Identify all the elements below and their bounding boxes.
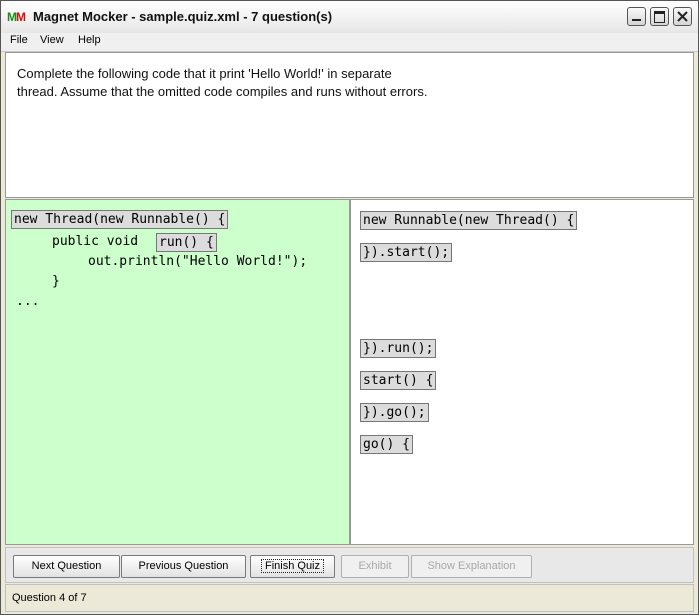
placed-magnet-new-thread[interactable]: new Thread(new Runnable() { — [11, 210, 229, 229]
finish-quiz-label: Finish Quiz — [260, 559, 325, 573]
menu-help[interactable]: Help — [78, 34, 101, 46]
magnet-new-runnable[interactable]: new Runnable(new Thread() { — [360, 211, 578, 230]
code-public-void: public void — [52, 234, 139, 249]
question-line-1: Complete the following code that it prin… — [17, 66, 392, 81]
code-ellipsis: ... — [16, 294, 40, 309]
code-close-brace: } — [52, 274, 60, 289]
show-explanation-button[interactable]: Show Explanation — [411, 555, 532, 578]
magnet-run-call[interactable]: }).run(); — [360, 339, 437, 358]
question-panel: Complete the following code that it prin… — [5, 52, 694, 198]
magnet-choices-panel: new Runnable(new Thread() { }).start(); … — [350, 199, 694, 545]
close-button[interactable] — [673, 7, 692, 26]
magnet-go-method[interactable]: go() { — [360, 435, 413, 454]
answer-drop-area[interactable]: new Thread(new Runnable() { public void … — [5, 199, 350, 545]
status-bar: Question 4 of 7 — [5, 584, 694, 612]
app-logo-icon: MM — [7, 10, 26, 24]
title-bar[interactable]: MM Magnet Mocker - sample.quiz.xml - 7 q… — [1, 1, 698, 34]
menu-bar: File View Help — [1, 33, 698, 52]
exhibit-button[interactable]: Exhibit — [341, 555, 409, 578]
finish-quiz-button[interactable]: Finish Quiz — [250, 555, 335, 578]
next-question-button[interactable]: Next Question — [13, 555, 120, 578]
maximize-button[interactable] — [650, 7, 669, 26]
magnet-start-method[interactable]: start() { — [360, 371, 437, 390]
close-icon — [677, 11, 688, 22]
status-text: Question 4 of 7 — [12, 592, 87, 604]
code-println: out.println("Hello World!"); — [88, 254, 308, 269]
window-title: Magnet Mocker - sample.quiz.xml - 7 ques… — [33, 9, 333, 24]
magnet-go-call[interactable]: }).go(); — [360, 403, 429, 422]
placed-magnet-run[interactable]: run() { — [156, 233, 217, 252]
question-text: Complete the following code that it prin… — [17, 65, 537, 101]
question-line-2: thread. Assume that the omitted code com… — [17, 84, 428, 99]
app-window: MM Magnet Mocker - sample.quiz.xml - 7 q… — [0, 0, 699, 615]
previous-question-button[interactable]: Previous Question — [121, 555, 246, 578]
menu-file[interactable]: File — [10, 34, 28, 46]
menu-view[interactable]: View — [40, 34, 64, 46]
magnet-start-call[interactable]: }).start(); — [360, 243, 453, 262]
minimize-button[interactable] — [627, 7, 646, 26]
button-bar: Next Question Previous Question Finish Q… — [5, 547, 694, 583]
